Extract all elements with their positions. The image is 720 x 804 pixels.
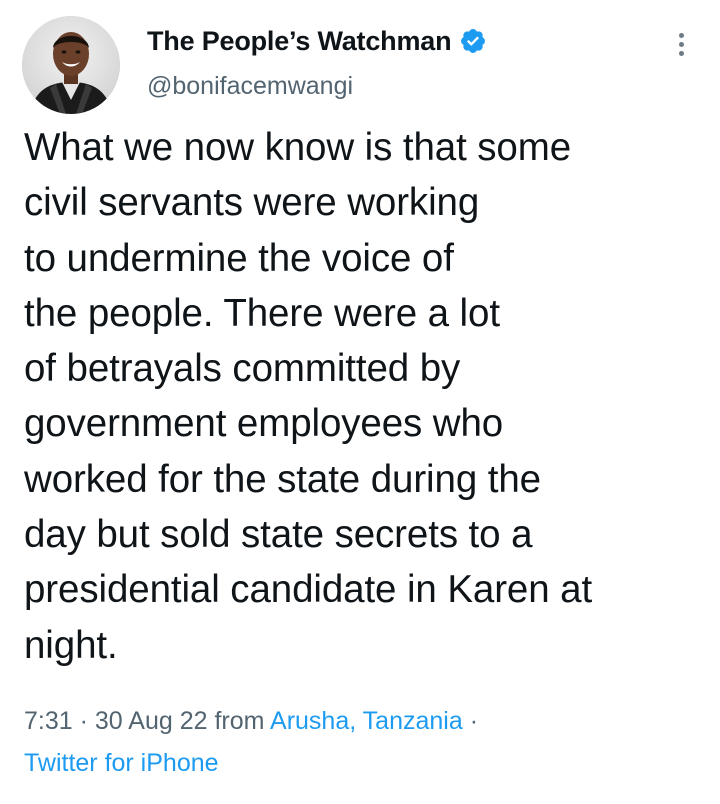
- tweet-date[interactable]: 30 Aug 22: [95, 707, 208, 735]
- more-vertical-icon-dot: [678, 50, 684, 56]
- location-link[interactable]: Arusha, Tanzania: [270, 707, 463, 735]
- author-name-row: The People’s Watchman: [147, 24, 487, 58]
- tweet-text-line: government employees who: [24, 402, 504, 446]
- meta-separator: ·: [462, 707, 479, 735]
- avatar[interactable]: [22, 16, 120, 114]
- meta-separator: ·: [72, 707, 95, 735]
- tweet-metadata: 7:31 · 30 Aug 22 from Arusha, Tanzania ·…: [24, 700, 704, 784]
- tweet-text-line: night.: [24, 623, 118, 667]
- tweet-time[interactable]: 7:31: [24, 707, 73, 735]
- from-label: from: [207, 707, 271, 735]
- tweet-text-line: day but sold state secrets to a: [24, 513, 533, 557]
- author-display-name[interactable]: The People’s Watchman: [147, 26, 452, 57]
- tweet-text-line: civil servants were working: [24, 181, 480, 225]
- tweet-metadata-row: 7:31 · 30 Aug 22 from Arusha, Tanzania ·: [24, 700, 704, 742]
- tweet-text-line: the people. There were a lot: [24, 291, 500, 335]
- verified-badge-icon: [459, 27, 487, 55]
- tweet: The People’s Watchman @bonifacemwangi Wh…: [0, 0, 720, 804]
- tweet-text-line: presidential candidate in Karen at: [24, 568, 593, 612]
- more-options-button[interactable]: [666, 26, 696, 62]
- tweet-text-line: of betrayals committed by: [24, 347, 461, 391]
- source-link[interactable]: Twitter for iPhone: [24, 742, 704, 784]
- tweet-text-line: What we now know is that some: [24, 126, 572, 169]
- tweet-text: What we now know is that some civil serv…: [24, 120, 704, 673]
- author-handle[interactable]: @bonifacemwangi: [147, 72, 353, 101]
- more-vertical-icon-dot: [678, 41, 684, 47]
- tweet-text-line: worked for the state during the: [24, 457, 541, 501]
- avatar-image: [22, 16, 120, 114]
- tweet-text-line: to undermine the voice of: [24, 236, 454, 280]
- more-vertical-icon: [678, 32, 684, 38]
